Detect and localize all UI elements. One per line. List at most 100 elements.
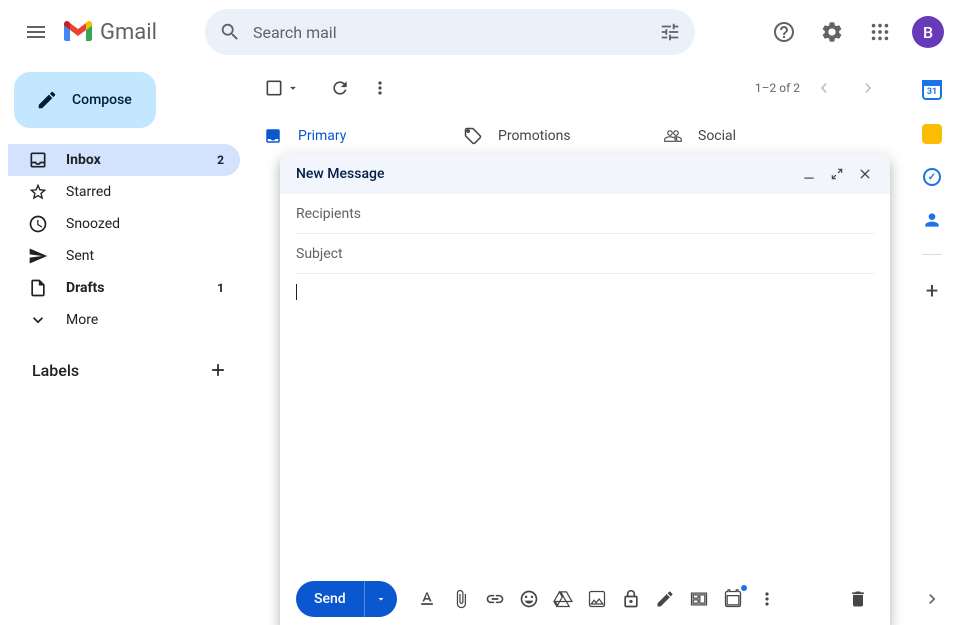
tasks-addon-button[interactable] (923, 168, 941, 186)
dropdown-arrow-icon (375, 593, 387, 605)
more-vert-icon (757, 589, 777, 609)
pen-icon (655, 589, 675, 609)
chevron-right-icon (858, 78, 878, 98)
more-button[interactable] (360, 68, 400, 108)
gmail-logo[interactable]: Gmail (64, 20, 157, 45)
insert-image-button[interactable] (581, 583, 613, 615)
minimize-button[interactable] (800, 165, 818, 183)
nav-label: Drafts (66, 280, 104, 296)
compose-window: New Message Send (280, 154, 890, 625)
close-compose-button[interactable] (856, 165, 874, 183)
help-button[interactable] (764, 12, 804, 52)
nav-badge: 1 (217, 281, 224, 295)
schedule-send-button[interactable] (717, 583, 749, 615)
lock-clock-icon (621, 589, 641, 609)
sidebar-item-snoozed[interactable]: Snoozed (8, 208, 240, 240)
tune-icon[interactable] (659, 21, 681, 43)
sidebar-item-drafts[interactable]: Drafts 1 (8, 272, 240, 304)
insert-drive-button[interactable] (547, 583, 579, 615)
compose-label: Compose (72, 92, 132, 108)
link-icon (485, 589, 505, 609)
subject-input[interactable] (296, 246, 874, 262)
right-side-panel: 31 + (904, 64, 960, 304)
insert-emoji-button[interactable] (513, 583, 545, 615)
text-format-icon (417, 589, 437, 609)
sidebar-item-starred[interactable]: Starred (8, 176, 240, 208)
layout-icon (689, 589, 709, 609)
send-options-button[interactable] (364, 581, 397, 617)
refresh-button[interactable] (320, 68, 360, 108)
sidebar-item-sent[interactable]: Sent (8, 240, 240, 272)
inbox-tab-icon (264, 127, 282, 145)
help-icon (772, 20, 796, 44)
fullscreen-button[interactable] (828, 165, 846, 183)
compose-toolbar: Send (280, 573, 890, 625)
send-icon (28, 246, 48, 266)
apps-button[interactable] (860, 12, 900, 52)
compose-titlebar[interactable]: New Message (280, 154, 890, 194)
tab-promotions[interactable]: Promotions (448, 112, 648, 160)
category-tabs: Primary Promotions Social (248, 112, 904, 160)
sidebar-item-inbox[interactable]: Inbox 2 (8, 144, 240, 176)
trash-icon (848, 589, 868, 609)
refresh-icon (330, 78, 350, 98)
insert-link-button[interactable] (479, 583, 511, 615)
get-addons-button[interactable]: + (926, 279, 938, 304)
recipients-field[interactable] (296, 194, 874, 234)
send-button[interactable]: Send (296, 581, 364, 617)
contacts-addon-button[interactable] (922, 210, 942, 230)
app-name: Gmail (100, 20, 157, 45)
prev-page-button[interactable] (804, 68, 844, 108)
attach-button[interactable] (445, 583, 477, 615)
formatting-button[interactable] (411, 583, 443, 615)
text-cursor (296, 284, 297, 300)
gear-icon (820, 20, 844, 44)
recipients-input[interactable] (296, 206, 874, 222)
search-input[interactable] (253, 23, 647, 42)
main-menu-button[interactable] (16, 12, 56, 52)
drive-icon (553, 589, 573, 609)
file-icon (28, 278, 48, 298)
minimize-icon (802, 167, 816, 181)
more-options-button[interactable] (751, 583, 783, 615)
compose-button[interactable]: Compose (14, 72, 156, 128)
sidebar-item-more[interactable]: More (8, 304, 240, 336)
tab-label: Social (698, 128, 736, 144)
plus-icon[interactable] (208, 360, 228, 380)
select-all-checkbox[interactable] (264, 78, 300, 98)
compose-body-editor[interactable] (280, 274, 890, 573)
tab-primary[interactable]: Primary (248, 112, 448, 160)
star-icon (28, 182, 48, 202)
calendar-addon-button[interactable]: 31 (922, 80, 942, 100)
mail-toolbar: 1–2 of 2 (248, 64, 904, 112)
next-page-button[interactable] (848, 68, 888, 108)
chevron-left-icon (814, 78, 834, 98)
search-icon (219, 21, 241, 43)
settings-button[interactable] (812, 12, 852, 52)
layout-button[interactable] (683, 583, 715, 615)
side-panel-toggle[interactable] (922, 589, 942, 609)
subject-field[interactable] (296, 234, 874, 274)
search-bar[interactable] (205, 9, 695, 55)
insert-signature-button[interactable] (649, 583, 681, 615)
nav-label: Starred (66, 184, 111, 200)
attachment-icon (451, 589, 471, 609)
left-sidebar: Compose Inbox 2 Starred Snoozed Sent Dra… (0, 64, 248, 625)
labels-section-header: Labels (8, 336, 248, 380)
keep-addon-button[interactable] (922, 124, 942, 144)
discard-draft-button[interactable] (842, 583, 874, 615)
compose-title: New Message (296, 166, 384, 182)
nav-label: Inbox (66, 152, 101, 168)
nav-label: More (66, 312, 98, 328)
pencil-icon (36, 89, 58, 111)
apps-grid-icon (869, 21, 891, 43)
account-avatar[interactable]: B (912, 16, 944, 48)
emoji-icon (519, 589, 539, 609)
calendar-icon (723, 589, 743, 609)
clock-icon (28, 214, 48, 234)
nav-label: Sent (66, 248, 94, 264)
tab-social[interactable]: Social (648, 112, 848, 160)
confidential-mode-button[interactable] (615, 583, 647, 615)
image-icon (587, 589, 607, 609)
labels-title: Labels (32, 361, 79, 380)
